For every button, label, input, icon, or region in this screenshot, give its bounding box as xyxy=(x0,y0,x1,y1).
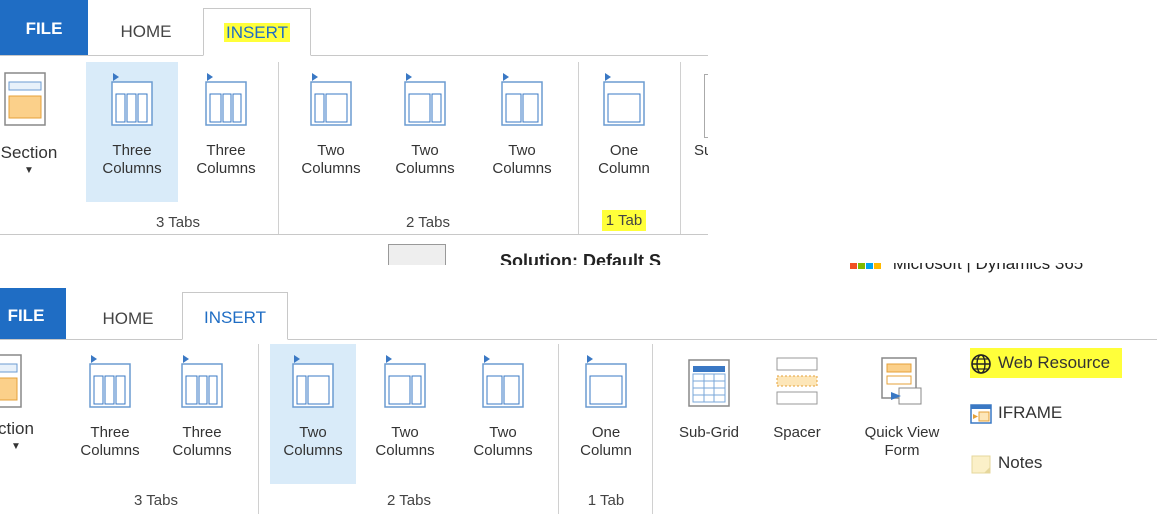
sub-grid-button[interactable]: Sub-Grid xyxy=(664,344,754,484)
section-label: Section xyxy=(0,143,58,162)
three-columns-button-a[interactable]: Three Columns xyxy=(86,62,178,202)
tab-bar: FILE HOME INSERT xyxy=(0,0,708,56)
tab-insert[interactable]: INSERT xyxy=(203,8,311,56)
top-ribbon-panel: FILE HOME INSERT Section ▼ ThreeColumns xyxy=(0,0,708,265)
section-label: ction xyxy=(0,419,34,438)
three-columns-button-b[interactable]: Three Columns xyxy=(158,344,246,484)
two-columns-button-b[interactable]: Two Columns xyxy=(382,62,468,202)
two-columns-button-b[interactable]: Two Columns xyxy=(362,344,448,484)
three-columns-icon xyxy=(89,355,131,408)
section-button[interactable]: ction ▼ xyxy=(0,344,54,484)
three-columns-icon xyxy=(111,73,153,126)
group-label-3-tabs: 3 Tabs xyxy=(156,214,200,231)
iframe-button[interactable]: IFRAME xyxy=(970,398,1062,428)
tab-insert[interactable]: INSERT xyxy=(182,292,288,340)
chevron-down-icon: ▼ xyxy=(11,441,21,452)
two-columns-icon xyxy=(482,355,524,408)
globe-icon xyxy=(970,353,992,375)
section-button[interactable]: Section ▼ xyxy=(0,62,72,202)
notes-button[interactable]: Notes xyxy=(970,448,1042,478)
spacer-icon xyxy=(776,357,818,405)
two-columns-icon xyxy=(501,73,543,126)
tab-home[interactable]: HOME xyxy=(80,294,176,340)
notes-icon xyxy=(970,453,992,475)
group-label-3-tabs: 3 Tabs xyxy=(134,492,178,509)
tab-file[interactable]: FILE xyxy=(0,288,66,339)
quick-view-form-button[interactable]: Quick View Form xyxy=(840,344,964,484)
group-label-2-tabs: 2 Tabs xyxy=(387,492,431,509)
tab-bar: FILE HOME INSERT xyxy=(0,288,1157,340)
section-icon xyxy=(0,354,22,408)
sub-grid-icon xyxy=(704,74,708,138)
solution-icon xyxy=(388,244,446,265)
microsoft-logo-icon xyxy=(850,263,857,269)
ribbon-body: ction ▼ Three Columns Three Columns Two … xyxy=(0,344,1157,484)
solution-breadcrumb: Solution: Default S xyxy=(500,251,661,265)
chevron-down-icon: ▼ xyxy=(24,165,34,176)
one-column-button[interactable]: One Column xyxy=(584,62,664,202)
tab-home[interactable]: HOME xyxy=(95,8,197,56)
ribbon-body: Section ▼ Three Columns Three Columns Tw… xyxy=(0,62,708,202)
web-resource-button[interactable]: Web Resource xyxy=(970,348,1123,378)
two-columns-button-a[interactable]: Two Columns xyxy=(286,62,376,202)
microsoft-brand: Microsoft | Dynamics 365 xyxy=(850,263,1083,274)
group-label-2-tabs: 2 Tabs xyxy=(406,214,450,231)
sub-grid-icon xyxy=(688,359,730,407)
one-column-icon xyxy=(585,355,627,408)
two-columns-button-c[interactable]: Two Columns xyxy=(454,344,552,484)
bottom-ribbon-panel: FILE HOME INSERT ction ▼ Three Columns T… xyxy=(0,288,1157,515)
tab-file[interactable]: FILE xyxy=(0,0,88,55)
two-columns-icon xyxy=(310,73,352,126)
spacer-button[interactable]: Spacer xyxy=(762,344,832,484)
group-label-1-tab: 1 Tab xyxy=(587,492,625,509)
three-columns-icon xyxy=(205,73,247,126)
two-columns-icon xyxy=(384,355,426,408)
two-columns-icon xyxy=(404,73,446,126)
three-columns-button-a[interactable]: Three Columns xyxy=(66,344,154,484)
one-column-button[interactable]: One Column xyxy=(566,344,646,484)
group-label-1-tab: 1 Tab xyxy=(584,210,664,231)
three-columns-icon xyxy=(181,355,223,408)
iframe-icon xyxy=(970,403,992,425)
two-columns-icon xyxy=(292,355,334,408)
one-column-icon xyxy=(603,73,645,126)
section-icon xyxy=(4,72,46,126)
quick-view-form-icon xyxy=(881,357,922,405)
two-columns-button-a[interactable]: Two Columns xyxy=(270,344,356,484)
three-columns-button-b[interactable]: Three Columns xyxy=(182,62,270,202)
sub-grid-button-cut[interactable]: Su xyxy=(690,62,708,202)
two-columns-button-c[interactable]: Two Columns xyxy=(474,62,570,202)
